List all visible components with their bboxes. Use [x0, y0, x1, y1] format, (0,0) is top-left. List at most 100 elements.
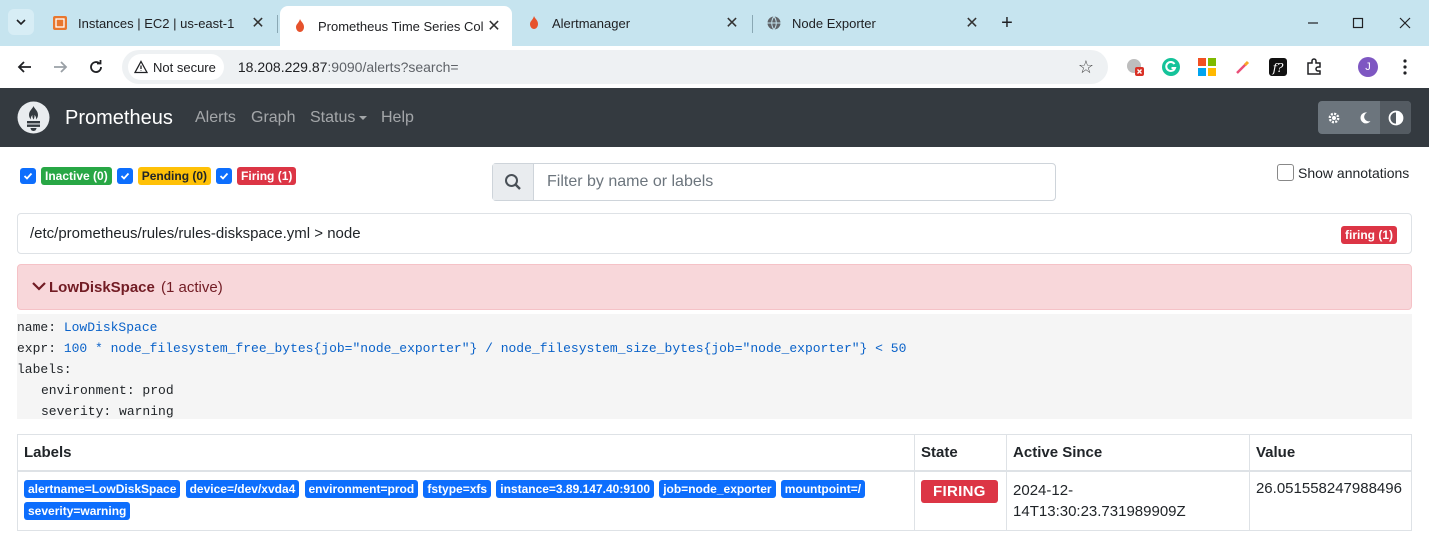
rule-labels-key: labels: — [17, 362, 72, 377]
yaml-key: expr: — [17, 341, 57, 356]
tab-title: Instances | EC2 | us-east-1 — [78, 15, 235, 31]
brand-title[interactable]: Prometheus — [65, 107, 173, 130]
url-host: 18.208.229.87 — [237, 59, 328, 75]
address-bar[interactable]: Not secure 18.208.229.87:9090/alerts?sea… — [122, 50, 1108, 84]
prometheus-favicon-icon — [526, 15, 542, 31]
yaml-key: name: — [17, 320, 57, 335]
close-tab-icon[interactable]: ✕ — [484, 16, 504, 36]
alert-state-cell: FIRING — [914, 470, 1008, 531]
theme-toggle-group — [1318, 101, 1411, 134]
firing-filter-checkbox[interactable] — [216, 168, 233, 184]
tab-title: Node Exporter — [792, 15, 876, 31]
inactive-filter-checkbox[interactable] — [20, 168, 36, 184]
rule-expr-value[interactable]: 100 * node_filesystem_free_bytes{job="no… — [64, 341, 907, 356]
svg-text:f?: f? — [1272, 61, 1284, 75]
rule-label-line: severity: warning — [41, 404, 174, 419]
browser-tab-strip: Instances | EC2 | us-east-1 ✕ Prometheus… — [0, 0, 1429, 46]
alert-labels-cell: alertname=LowDiskSpace device=/dev/xvda4… — [16, 470, 916, 531]
bookmark-star-icon[interactable]: ☆ — [1078, 57, 1094, 78]
minimize-icon[interactable] — [1298, 8, 1328, 38]
microsoft-icon[interactable] — [1196, 56, 1218, 78]
tab-title: Alertmanager — [552, 15, 631, 31]
reload-icon[interactable] — [83, 54, 109, 80]
alert-value-cell: 26.051558247988496 — [1248, 470, 1413, 531]
maximize-icon[interactable] — [1343, 8, 1373, 38]
auto-theme-contrast-icon[interactable] — [1380, 101, 1411, 134]
aws-favicon-icon — [52, 15, 68, 31]
prometheus-favicon-icon — [292, 18, 308, 34]
profile-avatar[interactable]: J — [1357, 56, 1379, 78]
url-text[interactable]: 18.208.229.87:9090/alerts?search= — [238, 59, 459, 75]
tab-alertmanager[interactable]: Alertmanager ✕ — [514, 6, 750, 40]
label-badge: job=node_exporter — [659, 479, 776, 498]
color-picker-icon[interactable] — [1232, 56, 1254, 78]
active-alerts-table: Labels State Active Since Value alertnam… — [16, 434, 1413, 531]
nav-status-dropdown[interactable]: Status — [310, 109, 368, 127]
formula-extension-icon[interactable]: f? — [1267, 56, 1289, 78]
alert-rule-header[interactable]: LowDiskSpace (1 active) — [17, 264, 1412, 310]
state-badge: FIRING — [921, 479, 998, 503]
checkmark-icon — [23, 172, 33, 180]
tab-search-button[interactable] — [8, 9, 34, 35]
col-header-active-since: Active Since — [1006, 434, 1250, 472]
warning-triangle-icon — [134, 60, 148, 74]
firing-badge[interactable]: Firing (1) — [237, 167, 297, 185]
close-tab-icon[interactable]: ✕ — [962, 13, 982, 33]
extension-disabled-icon[interactable] — [1124, 56, 1146, 78]
new-tab-plus-icon[interactable]: + — [996, 12, 1018, 34]
rule-group-header: /etc/prometheus/rules/rules-diskspace.ym… — [17, 213, 1412, 254]
prometheus-navbar: Prometheus Alerts Graph Status Help — [0, 88, 1429, 147]
label-badge: environment=prod — [304, 479, 419, 498]
pending-filter-checkbox[interactable] — [116, 168, 133, 184]
dark-theme-moon-icon[interactable] — [1349, 101, 1380, 134]
inactive-badge[interactable]: Inactive (0) — [41, 167, 112, 185]
rule-label-line: environment: prod — [41, 383, 174, 398]
show-annotations-checkbox[interactable] — [1277, 164, 1294, 181]
close-window-icon[interactable] — [1390, 8, 1420, 38]
tab-separator — [752, 15, 753, 33]
prometheus-logo-icon[interactable] — [17, 101, 50, 134]
close-tab-icon[interactable]: ✕ — [722, 13, 742, 33]
nav-status-label: Status — [310, 109, 356, 126]
url-path: :9090/alerts?search= — [327, 59, 459, 75]
alert-search-group — [492, 163, 1056, 201]
search-icon — [493, 164, 534, 200]
back-arrow-icon[interactable] — [12, 54, 38, 80]
light-theme-gear-icon[interactable] — [1318, 101, 1349, 134]
extensions-puzzle-icon[interactable] — [1303, 56, 1325, 78]
nav-graph[interactable]: Graph — [251, 109, 295, 127]
checkmark-icon — [120, 172, 129, 180]
tab-node-exporter[interactable]: Node Exporter ✕ — [754, 6, 990, 40]
rule-name-line: name: LowDiskSpace — [17, 317, 1412, 338]
alert-rule-definition: name: LowDiskSpace expr: 100 * node_file… — [17, 314, 1412, 419]
show-annotations-toggle[interactable]: Show annotations — [1277, 164, 1409, 181]
browser-menu-icon[interactable] — [1394, 56, 1416, 78]
nav-help[interactable]: Help — [381, 109, 414, 127]
tab-prometheus[interactable]: Prometheus Time Series Collect ✕ — [280, 6, 512, 46]
label-badge: device=/dev/xvda4 — [185, 479, 300, 498]
rule-group-path: /etc/prometheus/rules/rules-diskspace.ym… — [30, 225, 361, 242]
active-since-value: 2024-12- 14T13:30:23.731989909Z — [1013, 481, 1186, 520]
close-tab-icon[interactable]: ✕ — [248, 13, 268, 33]
tab-ec2[interactable]: Instances | EC2 | us-east-1 ✕ — [40, 6, 276, 40]
label-badge: mountpoint=/ — [780, 479, 866, 498]
browser-toolbar: Not secure 18.208.229.87:9090/alerts?sea… — [0, 46, 1429, 88]
alert-rule-name: LowDiskSpace — [49, 279, 155, 296]
rule-name-value[interactable]: LowDiskSpace — [64, 320, 158, 335]
search-input[interactable] — [534, 164, 1055, 200]
col-header-value: Value — [1248, 434, 1413, 472]
chevron-down-icon[interactable] — [31, 278, 47, 294]
show-annotations-label: Show annotations — [1298, 164, 1410, 181]
security-chip[interactable]: Not secure — [128, 54, 224, 80]
security-label: Not secure — [153, 59, 216, 75]
label-badge: instance=3.89.147.40:9100 — [496, 479, 655, 498]
nav-alerts[interactable]: Alerts — [195, 109, 236, 127]
label-badge: alertname=LowDiskSpace — [24, 479, 181, 498]
chevron-down-icon — [16, 19, 26, 26]
pending-badge[interactable]: Pending (0) — [137, 167, 212, 185]
table-header-row: Labels State Active Since Value — [16, 434, 1413, 472]
profile-initial: J — [1358, 57, 1378, 77]
forward-arrow-icon[interactable] — [47, 54, 73, 80]
rule-expr-line: expr: 100 * node_filesystem_free_bytes{j… — [17, 338, 1412, 359]
grammarly-icon[interactable] — [1160, 56, 1182, 78]
